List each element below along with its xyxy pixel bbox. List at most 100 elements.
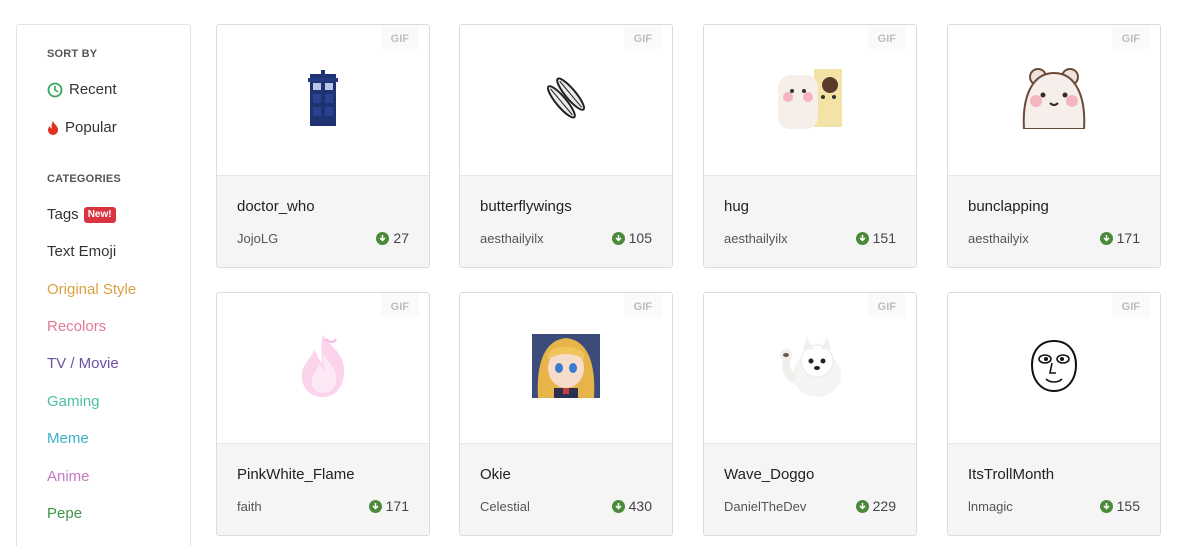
- download-count-value: 27: [393, 230, 409, 246]
- download-count-value: 155: [1116, 498, 1140, 514]
- gif-tag: GIF: [380, 25, 419, 49]
- card-meta: doctor_who JojoLG 27: [217, 175, 429, 267]
- emoji-card[interactable]: GIF Okie Celestial 430: [459, 292, 673, 536]
- gif-tag: GIF: [623, 25, 662, 49]
- card-meta: hug aesthailyilx 151: [704, 175, 916, 267]
- sort-popular[interactable]: Popular: [47, 119, 117, 136]
- gif-tag: GIF: [867, 293, 906, 317]
- emoji-author[interactable]: aesthailyilx: [724, 231, 788, 246]
- emoji-card[interactable]: GIF doctor_who JojoLG 27: [216, 24, 430, 268]
- download-count: 430: [611, 498, 652, 514]
- gif-tag: GIF: [1111, 293, 1150, 317]
- clock-icon: [47, 82, 63, 98]
- download-icon: [1099, 499, 1113, 513]
- sort-by-heading: SORT BY: [47, 48, 98, 60]
- download-icon: [1099, 231, 1113, 245]
- category-label: Original Style: [47, 281, 137, 298]
- category-gaming[interactable]: Gaming: [47, 393, 100, 410]
- category-anime[interactable]: Anime: [47, 468, 90, 485]
- download-count-value: 151: [872, 230, 896, 246]
- waving-dog-icon: [777, 335, 843, 402]
- category-recolors[interactable]: Recolors: [47, 318, 106, 335]
- download-icon: [611, 231, 625, 245]
- emoji-name: Wave_Doggo: [724, 466, 815, 483]
- emoji-name: hug: [724, 198, 750, 215]
- card-meta: PinkWhite_Flame faith 171: [217, 443, 429, 535]
- emoji-author[interactable]: lnmagic: [968, 499, 1013, 514]
- emoji-author[interactable]: JojoLG: [237, 231, 278, 246]
- categories-heading: CATEGORIES: [47, 173, 121, 185]
- category-label: Pepe: [47, 505, 83, 522]
- emoji-card[interactable]: GIF Wave_Doggo DanielTheDev 229: [703, 292, 917, 536]
- category-tags-label: Tags: [47, 206, 79, 223]
- download-icon: [368, 499, 382, 513]
- gif-tag: GIF: [867, 25, 906, 49]
- download-count-value: 105: [628, 230, 652, 246]
- troll-face-icon: [1030, 339, 1078, 398]
- download-count: 229: [855, 498, 896, 514]
- category-tags[interactable]: Tags New!: [47, 206, 116, 223]
- download-count: 171: [368, 498, 409, 514]
- sidebar: SORT BY Recent Popular CATEGORIES Tags N…: [16, 24, 191, 546]
- download-icon: [855, 499, 869, 513]
- download-count-value: 229: [872, 498, 896, 514]
- download-count: 171: [1099, 230, 1140, 246]
- category-label: Gaming: [47, 393, 100, 410]
- download-count: 105: [611, 230, 652, 246]
- download-count: 151: [855, 230, 896, 246]
- category-label: Anime: [47, 468, 90, 485]
- card-meta: butterflywings aesthailyilx 105: [460, 175, 672, 267]
- flame-icon: [47, 120, 59, 136]
- category-label: Text Emoji: [47, 243, 117, 260]
- emoji-author[interactable]: Celestial: [480, 499, 530, 514]
- anime-girl-icon: [532, 333, 600, 403]
- download-count: 27: [376, 230, 409, 246]
- emoji-card[interactable]: GIF PinkWhite_Flame faith 171: [216, 292, 430, 536]
- card-meta: Wave_Doggo DanielTheDev 229: [704, 443, 916, 535]
- card-meta: ItsTrollMonth lnmagic 155: [948, 443, 1160, 535]
- emoji-name: butterflywings: [480, 198, 572, 215]
- emoji-author[interactable]: DanielTheDev: [724, 499, 806, 514]
- download-count-value: 430: [628, 498, 652, 514]
- bear-clapping-icon: [1018, 67, 1090, 134]
- emoji-author[interactable]: aesthailyix: [968, 231, 1029, 246]
- card-meta: Okie Celestial 430: [460, 443, 672, 535]
- category-label: TV / Movie: [47, 355, 119, 372]
- emoji-card[interactable]: GIF butterflywings aesthailyilx 105: [459, 24, 673, 268]
- wings-icon: [546, 73, 586, 128]
- gif-tag: GIF: [380, 293, 419, 317]
- emoji-author[interactable]: faith: [237, 499, 262, 514]
- download-icon: [376, 231, 390, 245]
- category-original-style[interactable]: Original Style: [47, 281, 136, 298]
- category-text-emoji[interactable]: Text Emoji: [47, 243, 116, 260]
- category-tv-movie[interactable]: TV / Movie: [47, 355, 119, 372]
- emoji-name: bunclapping: [968, 198, 1049, 215]
- emoji-card[interactable]: GIF ItsTrollMonth lnmagic 155: [947, 292, 1161, 536]
- download-count: 155: [1099, 498, 1140, 514]
- emoji-name: doctor_who: [237, 198, 315, 215]
- sort-recent[interactable]: Recent: [47, 81, 117, 98]
- emoji-name: PinkWhite_Flame: [237, 466, 355, 483]
- pink-flame-icon: [296, 333, 350, 404]
- emoji-card[interactable]: GIF hug aesthailyilx 151: [703, 24, 917, 268]
- emoji-name: Okie: [480, 466, 511, 483]
- download-icon: [855, 231, 869, 245]
- sort-popular-label: Popular: [65, 119, 117, 136]
- gif-tag: GIF: [1111, 25, 1150, 49]
- category-meme[interactable]: Meme: [47, 430, 89, 447]
- sort-recent-label: Recent: [69, 81, 117, 98]
- download-count-value: 171: [385, 498, 409, 514]
- card-meta: bunclapping aesthailyix 171: [948, 175, 1160, 267]
- tardis-icon: [307, 69, 339, 131]
- new-badge: New!: [83, 206, 116, 223]
- gif-tag: GIF: [623, 293, 662, 317]
- hug-bears-icon: [778, 67, 842, 134]
- category-pepe[interactable]: Pepe: [47, 505, 82, 522]
- download-count-value: 171: [1116, 230, 1140, 246]
- category-label: Recolors: [47, 318, 107, 335]
- emoji-author[interactable]: aesthailyilx: [480, 231, 544, 246]
- emoji-name: ItsTrollMonth: [968, 466, 1055, 483]
- category-label: Meme: [47, 430, 89, 447]
- emoji-card[interactable]: GIF bunclapping aesthailyix 171: [947, 24, 1161, 268]
- download-icon: [611, 499, 625, 513]
